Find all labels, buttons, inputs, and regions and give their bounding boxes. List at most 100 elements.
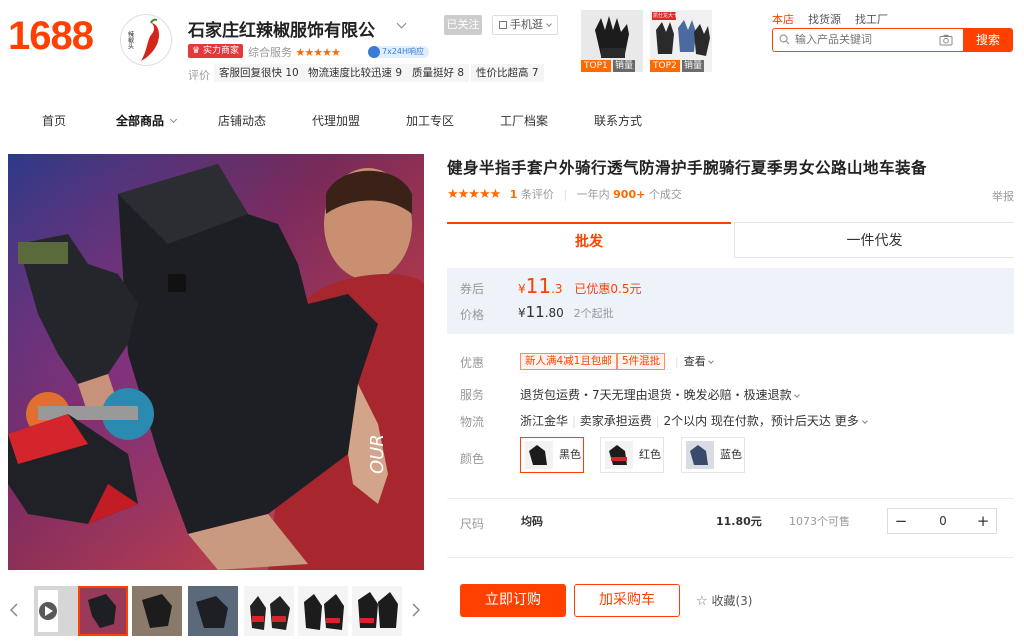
top-seller-tag: TOP2	[650, 60, 680, 72]
color-option-black[interactable]: 黑色	[520, 437, 584, 473]
thumbnail[interactable]	[352, 586, 402, 636]
color-swatch-image	[605, 441, 633, 469]
review-label[interactable]: 条评价	[521, 188, 554, 201]
glove-thumbnail-image	[188, 586, 238, 636]
freight: 卖家承担运费	[579, 414, 652, 428]
thumbnail[interactable]	[298, 586, 348, 636]
tab-wholesale[interactable]: 批发	[447, 222, 731, 258]
rating-chip-label: 物流速度比较迅速	[308, 67, 392, 79]
search-icon	[779, 34, 790, 45]
top-seller-1[interactable]: TOP1 销量	[581, 10, 643, 72]
nav-processing[interactable]: 加工专区	[406, 112, 454, 129]
tab-dropship[interactable]: 一件代发	[734, 222, 1014, 258]
period-label: 一年内	[576, 188, 610, 201]
view-promos-link[interactable]: | 查看	[675, 353, 715, 369]
add-to-cart-button[interactable]: 加采购车	[574, 584, 680, 617]
chevron-left-icon[interactable]	[10, 603, 18, 617]
star-outline-icon: ☆	[696, 594, 708, 609]
camera-icon[interactable]	[939, 34, 953, 46]
chevron-down-icon[interactable]	[396, 18, 407, 29]
rating-chip: 质量挺好 8	[407, 64, 470, 82]
thumbnail-video[interactable]	[34, 586, 84, 636]
mobile-browse-label: 手机逛	[510, 18, 543, 31]
favorite-button[interactable]: ☆ 收藏(3)	[696, 592, 752, 609]
service-label: 服务	[460, 388, 485, 402]
color-option-red[interactable]: 红色	[600, 437, 664, 473]
logistics-more-label: 更多	[834, 414, 859, 428]
top-seller-banner-text: 凯仕龙大卡	[653, 13, 679, 19]
promo-tag: 新人满4减1且包邮	[520, 353, 617, 370]
delivery-qty: 2个以内	[663, 414, 708, 428]
color-swatch-image	[686, 441, 714, 469]
rating-chip-label: 性价比超高	[476, 67, 529, 79]
chevron-right-icon[interactable]	[412, 603, 420, 617]
mobile-browse-button[interactable]: 手机逛	[492, 15, 558, 35]
top-seller-2[interactable]: 凯仕龙大卡 TOP2 销量	[650, 10, 712, 72]
avatar-text: 辣椒头	[127, 30, 134, 50]
service-value-text: 退货包运费・7天无理由退货・晚发必赔・极速退款	[520, 388, 792, 402]
nav-factory-profile[interactable]: 工厂档案	[500, 112, 548, 129]
search-button[interactable]: 搜索	[963, 28, 1013, 52]
glove-thumbnail-image	[80, 588, 126, 634]
nav-home[interactable]: 首页	[42, 112, 66, 129]
product-meta: ★★★★★ 1 条评价 | 一年内 900+ 个成交	[447, 187, 682, 202]
decrement-button[interactable]: −	[888, 509, 914, 533]
video-thumbnail-image	[34, 586, 84, 636]
sku-stock: 1073个可售	[789, 515, 850, 528]
search-input[interactable]	[795, 29, 945, 49]
thumbnail[interactable]	[244, 586, 294, 636]
thumbnail[interactable]	[188, 586, 238, 636]
nav-agency[interactable]: 代理加盟	[312, 112, 360, 129]
promo-label: 优惠	[460, 356, 485, 370]
glove-thumbnail-image	[352, 586, 402, 636]
promo-tag: 5件混批	[617, 353, 666, 370]
nav-contact[interactable]: 联系方式	[594, 112, 642, 129]
rating-chip-label: 客服回复很快	[219, 67, 282, 79]
service-score-label: 综合服务	[248, 46, 292, 59]
service-value[interactable]: 退货包运费・7天无理由退货・晚发必赔・极速退款	[520, 386, 801, 403]
chevron-down-icon	[708, 358, 715, 364]
report-link[interactable]: 举报	[992, 188, 1014, 204]
product-stars: ★★★★★	[447, 187, 501, 202]
color-option-blue[interactable]: 蓝色	[681, 437, 745, 473]
color-swatch-image	[525, 441, 553, 469]
quantity-input[interactable]: 0	[930, 509, 956, 533]
chevron-down-icon	[546, 21, 552, 27]
follow-button[interactable]: 已关注	[444, 15, 482, 35]
increment-button[interactable]: +	[970, 509, 996, 533]
strength-merchant-label: 实力商家	[202, 46, 239, 56]
site-logo[interactable]: 1688	[8, 14, 94, 59]
clock-icon	[368, 46, 380, 58]
shop-name[interactable]: 石家庄红辣椒服饰有限公	[188, 16, 375, 41]
thumbnail-selected[interactable]	[78, 586, 128, 636]
shop-avatar[interactable]: 辣椒头	[120, 14, 172, 66]
view-more-label: 查看	[683, 355, 706, 368]
price-label: 价格	[460, 308, 485, 322]
review-count[interactable]: 1	[510, 188, 518, 201]
sold-count: 900+	[613, 188, 646, 201]
currency-symbol: ¥	[518, 282, 526, 296]
nav-store-news[interactable]: 店铺动态	[218, 112, 266, 129]
unit-price: ¥11.80 2个起批	[518, 303, 614, 321]
buy-now-button[interactable]: 立即订购	[460, 584, 566, 617]
black-glove-icon	[525, 441, 553, 469]
search-tab-source[interactable]: 找货源	[808, 13, 841, 26]
search-tab-store[interactable]: 本店	[772, 13, 794, 26]
origin: 浙江金华	[520, 414, 569, 428]
search-tab-factory[interactable]: 找工厂	[855, 13, 888, 26]
main-product-image[interactable]: OUR	[8, 154, 424, 570]
chevron-down-icon	[794, 392, 801, 398]
after-coupon-dec: .3	[551, 282, 563, 296]
color-label: 颜色	[460, 452, 485, 466]
rating-chip-label: 质量挺好	[412, 67, 454, 79]
after-coupon-price: ¥11.3 已优惠0.5元	[518, 274, 641, 298]
service-score: 综合服务 ★★★★★	[248, 44, 341, 60]
price-int: 11	[525, 303, 545, 321]
thumbnail[interactable]	[132, 586, 182, 636]
logistics-more-link[interactable]: 更多	[834, 414, 868, 428]
currency-symbol: ¥	[518, 306, 526, 320]
rating-chip: 性价比超高 7	[471, 64, 544, 82]
after-coupon-label: 券后	[460, 282, 485, 296]
min-order: 2个起批	[573, 307, 614, 320]
nav-all-products[interactable]: 全部商品	[116, 112, 178, 129]
